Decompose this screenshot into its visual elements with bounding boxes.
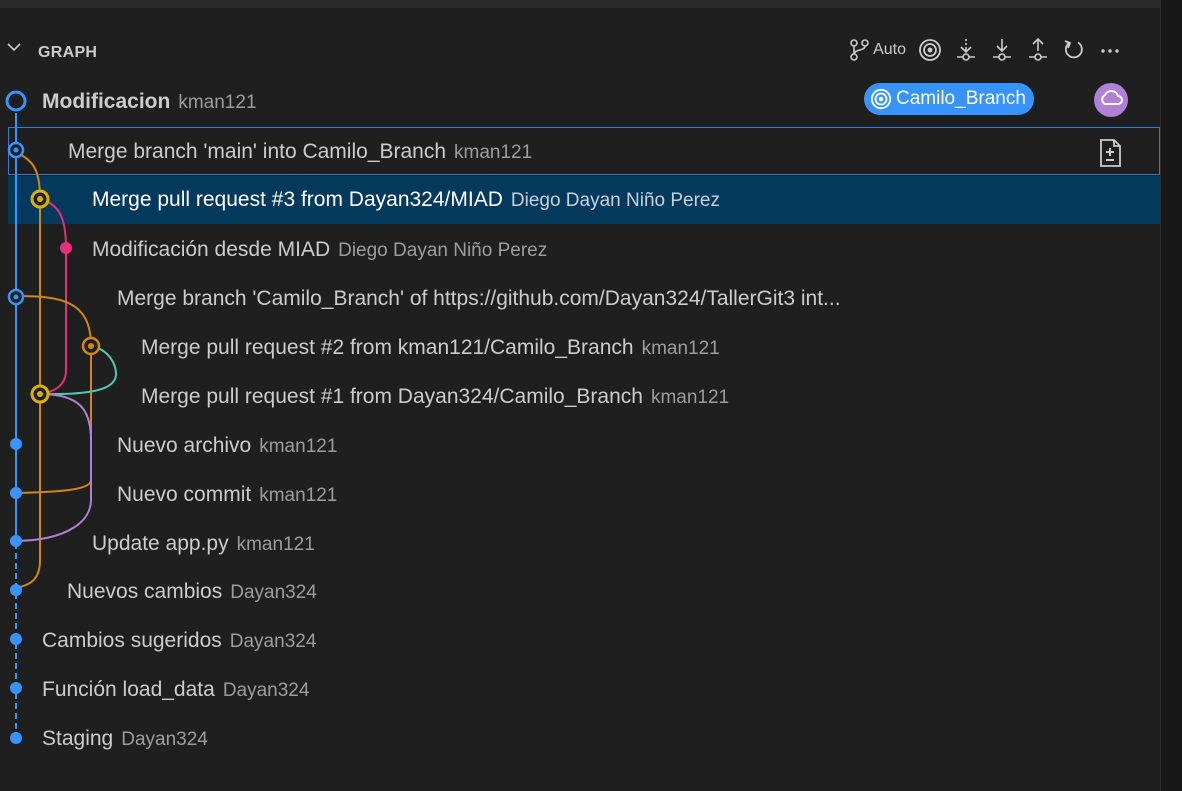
commit-author: kman121	[650, 387, 730, 408]
commit-row[interactable]: Nuevo archivo kman121	[0, 422, 1160, 470]
graph-line-purple	[15, 393, 92, 542]
commit-author: Diego Dayan Niño Perez	[510, 190, 720, 211]
commit-author: kman121	[259, 485, 338, 506]
commit-graph	[5, 90, 118, 744]
commit-node	[60, 242, 72, 254]
commit-text: Merge pull request #2 from kman121/Camil…	[141, 336, 720, 360]
commit-row[interactable]: Update app.py kman121	[0, 520, 1160, 568]
fetch-icon[interactable]	[954, 37, 978, 63]
commit-message: Merge branch 'Camilo_Branch' of https://…	[117, 287, 841, 310]
target-icon	[870, 88, 892, 110]
commit-text: Nuevo commit kman121	[117, 483, 337, 507]
pull-icon[interactable]	[990, 37, 1014, 63]
cloud-icon	[1099, 88, 1123, 113]
commit-author: kman121	[454, 142, 533, 163]
target-icon[interactable]	[918, 38, 942, 62]
commit-author: Dayan324	[229, 631, 317, 652]
header-actions: Auto	[849, 36, 1122, 64]
top-border	[0, 0, 1182, 8]
commit-node	[10, 584, 22, 596]
commit-author: Diego Dayan Niño Perez	[338, 240, 548, 261]
commit-text: Modificación desde MIAD Diego Dayan Niño …	[92, 238, 547, 262]
commit-author: Dayan324	[222, 680, 310, 701]
commit-message: Merge pull request #2 from kman121/Camil…	[141, 336, 634, 359]
commit-text: Nuevo archivo kman121	[117, 434, 337, 458]
commit-node	[10, 633, 22, 645]
commit-author: kman121	[178, 92, 257, 113]
graph-line-orange	[15, 151, 41, 589]
commit-row[interactable]: Merge pull request #1 from Dayan324/Cami…	[0, 373, 1160, 421]
branch-badge[interactable]: Camilo_Branch	[864, 83, 1034, 115]
commit-text: Merge pull request #1 from Dayan324/Cami…	[141, 385, 729, 409]
commit-author: kman121	[641, 338, 720, 359]
scrollbar-track[interactable]	[1160, 0, 1182, 791]
branch-badge-label: Camilo_Branch	[896, 88, 1026, 109]
graph-line-pink	[39, 197, 67, 395]
commit-row[interactable]: Merge branch 'main' into Camilo_Branch km…	[8, 127, 1160, 175]
commit-row[interactable]: Nuevos cambios Dayan324	[0, 568, 1160, 616]
commit-row[interactable]: Modificación desde MIAD Diego Dayan Niño …	[0, 226, 1160, 274]
more-icon[interactable]	[1098, 38, 1122, 62]
commit-row[interactable]: Merge pull request #3 from Dayan324/MIAD…	[8, 176, 1160, 224]
commit-row[interactable]: Staging Dayan324	[0, 715, 1160, 763]
commit-text: Merge pull request #3 from Dayan324/MIAD…	[92, 188, 720, 212]
commit-message: Merge pull request #1 from Dayan324/Cami…	[141, 385, 643, 408]
commit-row[interactable]: Merge pull request #2 from kman121/Camil…	[0, 324, 1160, 372]
commit-row[interactable]: Merge branch 'Camilo_Branch' of https://…	[0, 275, 1160, 323]
commit-row[interactable]: Función load_data Dayan324	[0, 666, 1160, 714]
remote-badge[interactable]	[1094, 83, 1128, 117]
git-branch-icon	[849, 38, 871, 62]
graph-section-header[interactable]: GRAPH Auto	[0, 30, 1160, 70]
diff-file-icon[interactable]	[1097, 138, 1123, 173]
commit-author: kman121	[236, 534, 315, 555]
commit-row[interactable]: Cambios sugeridos Dayan324	[0, 617, 1160, 665]
graph-line-teal	[39, 345, 118, 396]
auto-branch-filter-button[interactable]: Auto	[849, 38, 906, 62]
push-icon[interactable]	[1026, 37, 1050, 63]
commit-text: Merge branch 'Camilo_Branch' of https://…	[117, 287, 849, 311]
commit-message: Merge pull request #3 from Dayan324/MIAD	[92, 188, 503, 211]
commit-node	[10, 487, 22, 499]
commit-node	[10, 438, 22, 450]
head-commit-node	[5, 90, 27, 112]
refresh-icon[interactable]	[1062, 38, 1086, 62]
commit-row[interactable]: Nuevo commit kman121	[0, 471, 1160, 519]
auto-label: Auto	[873, 41, 906, 58]
commit-node	[10, 682, 22, 694]
commit-author: Dayan324	[230, 582, 317, 603]
commit-author: kman121	[259, 436, 338, 457]
commit-node	[10, 732, 22, 744]
commit-node	[10, 535, 22, 547]
